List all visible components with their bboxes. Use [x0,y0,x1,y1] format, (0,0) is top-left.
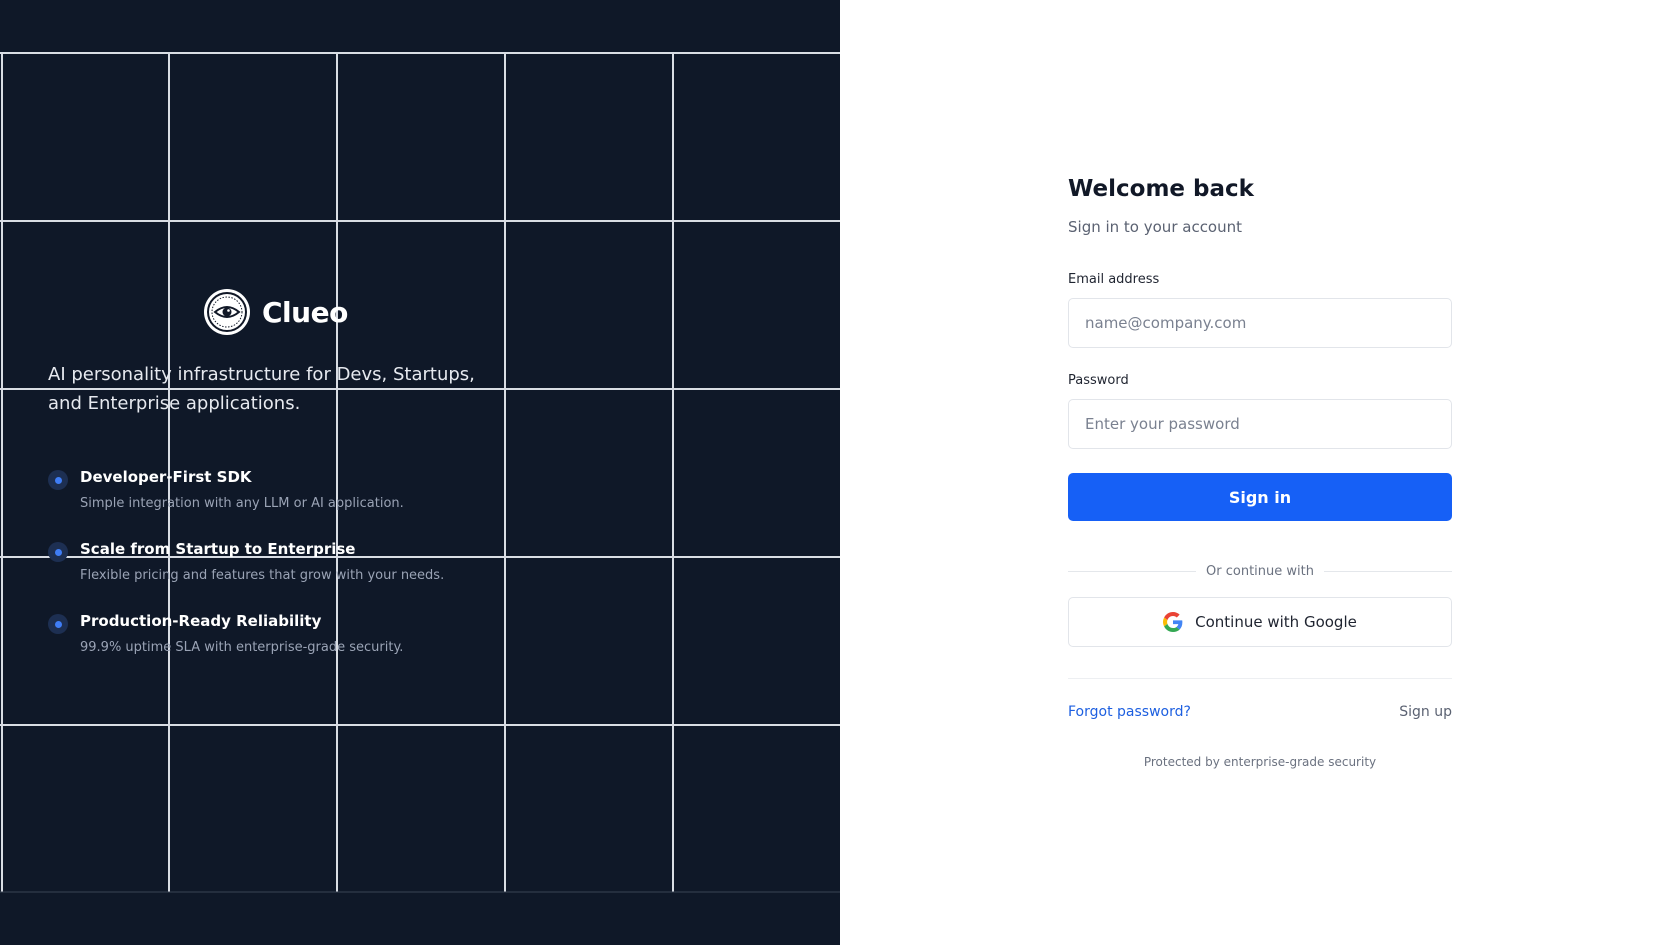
dot-icon [48,542,68,562]
page-title: Welcome back [1068,176,1254,202]
login-panel: Welcome back Sign in to your account Ema… [1068,0,1453,945]
brand-name: Clueo [262,295,348,329]
password-label: Password [1068,373,1129,388]
feature-item: Developer-First SDK Simple integration w… [48,466,508,538]
feature-item: Production-Ready Reliability 99.9% uptim… [48,610,508,682]
brand: Clueo [204,289,348,335]
feature-item: Scale from Startup to Enterprise Flexibl… [48,538,508,610]
email-label: Email address [1068,272,1160,287]
feature-description: 99.9% uptime SLA with enterprise-grade s… [80,640,404,655]
eye-icon [204,289,250,335]
separator [1068,678,1452,679]
divider: Or continue with [1068,561,1453,581]
forgot-password-link[interactable]: Forgot password? [1068,704,1191,720]
email-field[interactable] [1068,298,1452,348]
divider-line [1323,570,1453,572]
feature-description: Simple integration with any LLM or AI ap… [80,496,404,511]
dot-icon [48,614,68,634]
feature-description: Flexible pricing and features that grow … [80,568,445,583]
security-footnote: Protected by enterprise-grade security [1143,755,1377,769]
google-icon [1163,612,1183,632]
feature-title: Developer-First SDK [80,468,252,486]
feature-list: Developer-First SDK Simple integration w… [48,466,508,682]
feature-title: Scale from Startup to Enterprise [80,540,356,558]
feature-title: Production-Ready Reliability [80,612,322,630]
password-field[interactable] [1068,399,1452,449]
hero-panel: Clueo AI personality infrastructure for … [0,0,840,945]
dot-icon [48,470,68,490]
google-sign-in-button[interactable]: Continue with Google [1068,597,1452,647]
divider-line [1068,570,1197,572]
tagline: AI personality infrastructure for Devs, … [48,364,475,414]
google-button-label: Continue with Google [1195,613,1357,631]
divider-text: Or continue with [1206,563,1314,579]
sign-in-button[interactable]: Sign in [1068,473,1452,521]
sign-up-link[interactable]: Sign up [1399,704,1452,720]
page-subtitle: Sign in to your account [1068,218,1243,236]
